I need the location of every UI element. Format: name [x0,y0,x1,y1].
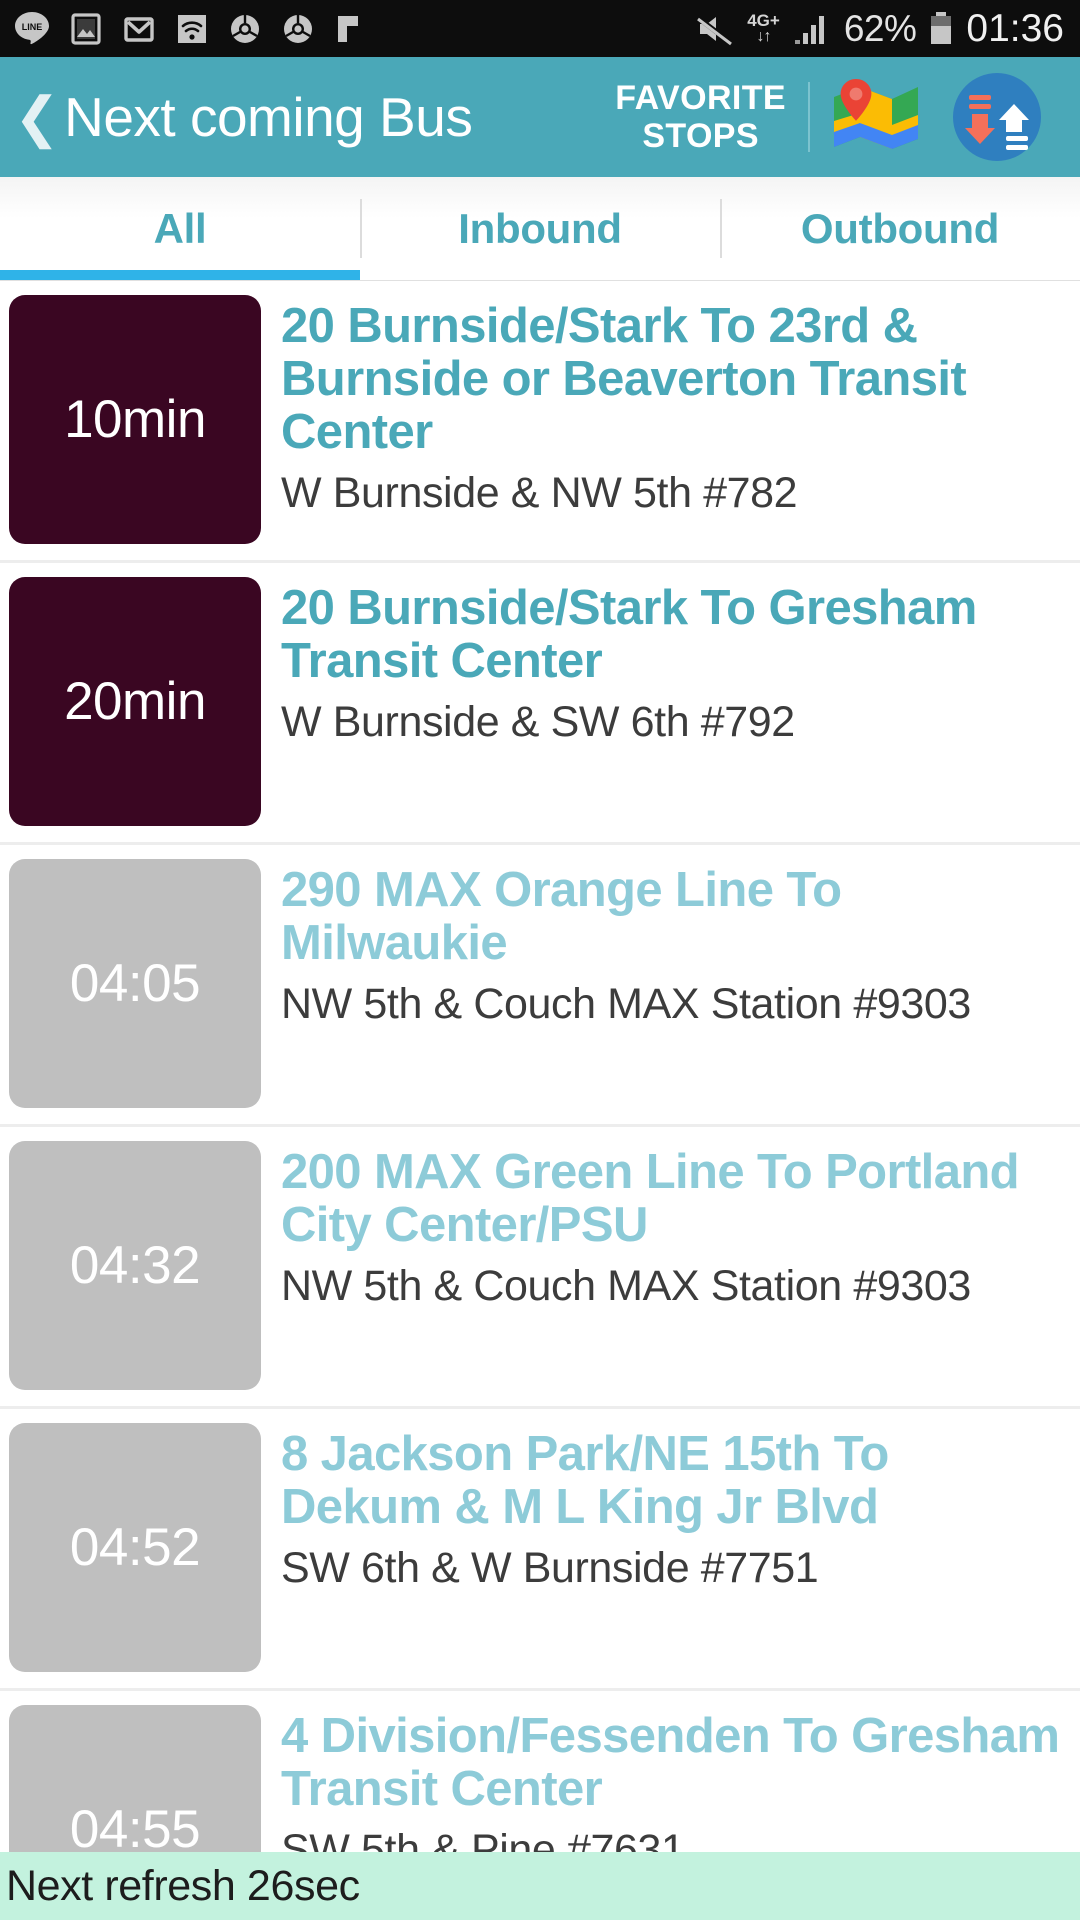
list-item-text: 4 Division/Fessenden To Gresham Transit … [261,1705,1062,1873]
arrival-time-badge: 04:05 [9,859,261,1108]
route-name: 200 MAX Green Line To Portland City Cent… [281,1145,1020,1252]
arrival-time-label: 20min [64,672,206,731]
list-item[interactable]: 10min 20 Burnside/Stark To 23rd & Burnsi… [0,281,1080,563]
arrival-time-badge: 04:52 [9,1423,261,1672]
list-item[interactable]: 04:32 200 MAX Green Line To Portland Cit… [0,1127,1080,1409]
flipboard-icon [338,15,358,42]
stop-name: W Burnside & SW 6th #792 [281,697,795,746]
route-name: 290 MAX Orange Line To Milwaukie [281,863,842,970]
sync-button[interactable] [936,70,1058,164]
tab-inbound-label: Inbound [458,204,622,252]
sync-transfer-icon [953,73,1041,161]
header-divider [808,82,810,152]
list-item-text: 290 MAX Orange Line To Milwaukie NW 5th … [261,859,1062,1027]
android-status-bar: LINE 4G+ ↓↑ 62% 01:36 [0,0,1080,57]
list-item-text: 8 Jackson Park/NE 15th To Dekum & M L Ki… [261,1423,1062,1591]
tab-all[interactable]: All [0,177,360,280]
list-item[interactable]: 04:05 290 MAX Orange Line To Milwaukie N… [0,845,1080,1127]
battery-percent-label: 62% [843,7,917,49]
line-app-icon: LINE [15,11,49,44]
arrival-time-label: 04:52 [69,1518,201,1577]
status-bar-system-icons: 4G+ ↓↑ 62% 01:36 [692,7,1064,51]
status-bar-clock: 01:36 [966,6,1064,50]
arrival-time-badge: 04:32 [9,1141,261,1390]
route-name: 20 Burnside/Stark To Gresham Transit Cen… [281,581,977,688]
map-icon [834,79,918,149]
arrival-time-label: 04:32 [69,1236,201,1295]
back-button[interactable]: ❮ Next coming Bus [14,85,473,149]
list-item[interactable]: 04:52 8 Jackson Park/NE 15th To Dekum & … [0,1409,1080,1691]
list-item-text: 200 MAX Green Line To Portland City Cent… [261,1141,1062,1309]
list-item[interactable]: 20min 20 Burnside/Stark To Gresham Trans… [0,563,1080,845]
arrival-time-label: 10min [64,390,206,449]
stop-name: W Burnside & NW 5th #782 [281,468,798,517]
wifi-icon [178,14,206,43]
app-root: LINE 4G+ ↓↑ 62% 01:36 ❮ Next coming Bus … [0,0,1080,1920]
tab-inbound[interactable]: Inbound [360,177,720,280]
refresh-status-bar: Next refresh 26sec [0,1852,1080,1920]
svg-text:LINE: LINE [22,22,43,32]
chrome-icon-2 [284,14,312,43]
network-type-indicator: 4G+ ↓↑ [747,12,780,45]
network-activity-arrows: ↓↑ [756,28,772,45]
route-name: 4 Division/Fessenden To Gresham Transit … [281,1709,1060,1816]
arrival-time-label: 04:55 [69,1800,201,1859]
arrival-time-badge: 10min [9,295,261,544]
list-item-text: 20 Burnside/Stark To 23rd & Burnside or … [261,295,1062,516]
app-header-bar: ❮ Next coming Bus FAVORITE STOPS [0,57,1080,177]
arrival-time-label: 04:05 [69,954,201,1013]
map-button[interactable] [816,77,936,157]
refresh-status-label: Next refresh 26sec [6,1861,360,1910]
arrival-time-badge: 20min [9,577,261,826]
list-item-text: 20 Burnside/Stark To Gresham Transit Cen… [261,577,1062,745]
speaker-mute-icon [695,14,733,45]
chrome-icon [231,14,259,43]
tab-outbound[interactable]: Outbound [720,177,1080,280]
gmail-icon [124,16,154,42]
back-chevron-icon: ❮ [14,85,61,148]
signal-bars-icon [794,15,824,44]
tab-outbound-label: Outbound [800,204,1000,252]
stop-name: NW 5th & Couch MAX Station #9303 [281,1261,971,1310]
battery-icon [931,11,952,44]
status-bar-notification-icons: LINE [12,9,366,49]
favorite-stops-label-line1: FAVORITE [615,78,786,117]
favorite-stops-label-line2: STOPS [642,117,759,155]
stop-name: NW 5th & Couch MAX Station #9303 [281,979,971,1028]
stop-name: SW 6th & W Burnside #7751 [281,1543,819,1592]
gallery-icon [71,12,101,45]
route-name: 20 Burnside/Stark To 23rd & Burnside or … [281,299,967,459]
network-type-label: 4G+ [747,11,780,30]
filter-tabs: All Inbound Outbound [0,177,1080,281]
arrivals-list[interactable]: 10min 20 Burnside/Stark To 23rd & Burnsi… [0,281,1080,1920]
route-name: 8 Jackson Park/NE 15th To Dekum & M L Ki… [281,1427,889,1534]
page-title: Next coming Bus [64,86,473,148]
favorite-stops-button[interactable]: FAVORITE STOPS [599,79,802,155]
tab-all-label: All [153,204,207,252]
